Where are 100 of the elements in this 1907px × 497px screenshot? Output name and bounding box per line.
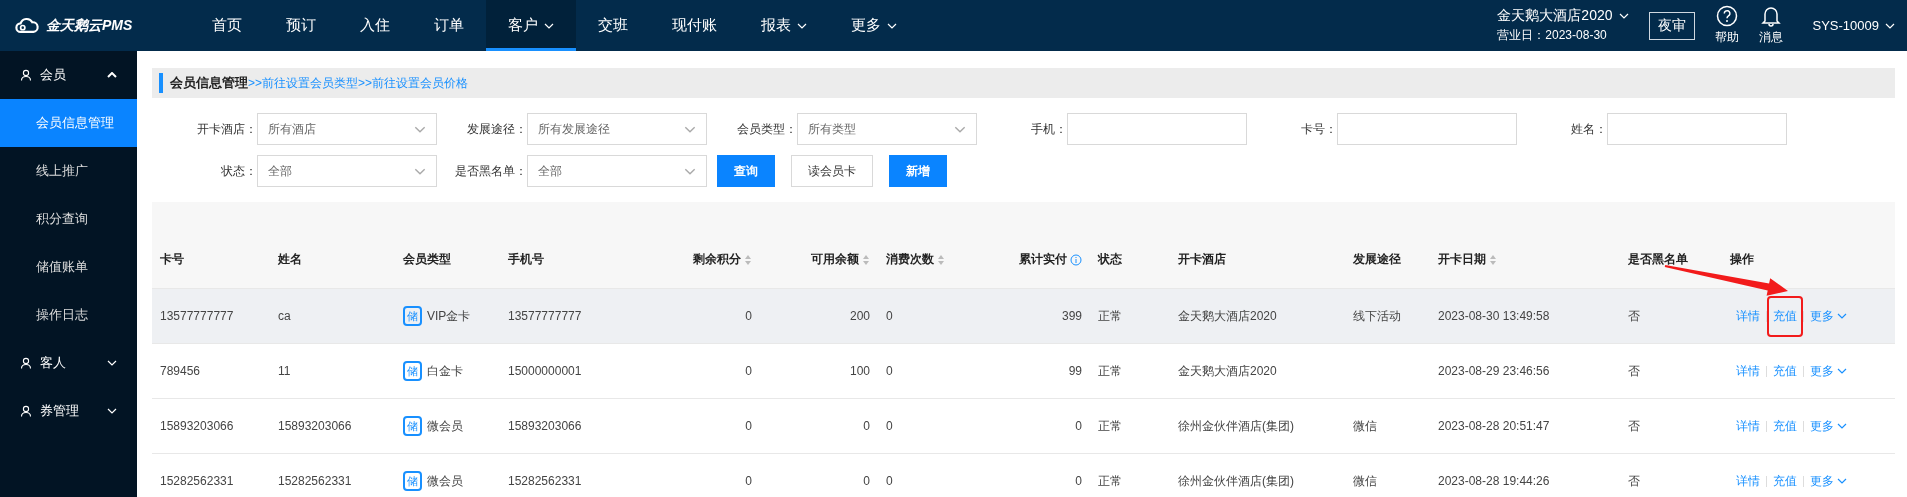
action-button[interactable]: 新增 [889, 155, 947, 187]
chevron-down-icon [797, 22, 807, 29]
column-header[interactable]: 剩余积分 [693, 251, 752, 268]
help-icon[interactable] [1715, 5, 1738, 27]
column-header: 发展途径 [1353, 251, 1401, 268]
chevron-down-icon [954, 125, 966, 133]
column-header: 状态 [1098, 251, 1122, 268]
table-cell: 0 [1075, 474, 1082, 488]
column-header[interactable]: 可用余额 [811, 251, 870, 268]
nav-tab[interactable]: 首页 [190, 0, 264, 51]
table-cell: 200 [849, 309, 870, 323]
sort-icon[interactable] [862, 253, 870, 266]
filter-label: 是否黑名单： [454, 162, 527, 180]
sort-icon[interactable] [1489, 253, 1497, 266]
table-cell: 正常 [1098, 472, 1122, 490]
filter-label: 会员类型： [736, 120, 797, 138]
table-cell: 0 [863, 419, 870, 433]
chevron-down-icon [544, 22, 554, 29]
chevron-down-icon [107, 408, 117, 414]
table-cell: 13577777777 [160, 309, 234, 323]
table-cell: 789456 [160, 364, 201, 378]
column-header: 累计实付 [1019, 251, 1082, 268]
sidebar-item[interactable]: 积分查询 [0, 195, 137, 243]
table-cell: VIP金卡 [427, 307, 471, 325]
sidebar-group[interactable]: 券管理 [0, 387, 137, 435]
table-cell: 0 [745, 419, 752, 433]
table-cell: 微信 [1353, 417, 1377, 435]
nav-tab[interactable]: 现付账 [650, 0, 739, 51]
table-cell: 微会员 [427, 417, 463, 435]
table-cell: 11 [278, 364, 291, 378]
table-cell: 正常 [1098, 362, 1122, 380]
table-cell: 否 [1628, 307, 1640, 325]
nav-tab[interactable]: 入住 [338, 0, 412, 51]
table-cell: 0 [745, 309, 752, 323]
user-icon [20, 69, 32, 81]
chevron-down-icon [1618, 13, 1629, 19]
nav-tab[interactable]: 客户 [486, 0, 576, 51]
info-icon[interactable] [1070, 253, 1082, 266]
input-field[interactable] [1607, 113, 1787, 145]
table-cell: 2023-08-29 23:46:56 [1438, 364, 1550, 378]
nav-tab[interactable]: 交班 [576, 0, 650, 51]
help-label[interactable]: 帮助 [1714, 29, 1739, 46]
table-cell: 微会员 [427, 472, 463, 490]
table-cell: 99 [1068, 364, 1082, 378]
sidebar-group[interactable]: 会员 [0, 51, 137, 99]
table-cell: 0 [886, 309, 893, 323]
action-button[interactable]: 查询 [717, 155, 775, 187]
select-field[interactable]: 全部 [527, 155, 707, 187]
sidebar-item[interactable]: 线上推广 [0, 147, 137, 195]
nav-tab[interactable]: 预订 [264, 0, 338, 51]
column-header[interactable]: 消费次数 [886, 251, 945, 268]
table-cell: 0 [886, 364, 893, 378]
table-cell: 15282562331 [508, 474, 582, 488]
chevron-up-icon [107, 72, 117, 78]
business-day: 营业日：2023-08-30 [1497, 27, 1629, 44]
table-cell: 金天鹅大酒店2020 [1178, 362, 1277, 380]
sort-icon[interactable] [937, 253, 945, 266]
stored-value-badge: 储 [403, 361, 422, 381]
nav-tab[interactable]: 更多 [829, 0, 919, 51]
column-header: 开卡酒店 [1178, 251, 1226, 268]
user-menu[interactable]: SYS-10009 [1812, 18, 1895, 33]
table-cell: 0 [1075, 419, 1082, 433]
select-field[interactable]: 所有酒店 [257, 113, 437, 145]
filter-label: 手机： [1030, 120, 1067, 138]
sidebar-item[interactable]: 储值账单 [0, 243, 137, 291]
column-header: 姓名 [278, 251, 302, 268]
input-field[interactable] [1067, 113, 1247, 145]
column-header[interactable]: 开卡日期 [1438, 251, 1497, 268]
table-cell: 2023-08-30 13:49:58 [1438, 309, 1550, 323]
select-field[interactable]: 所有类型 [797, 113, 977, 145]
filter-label: 卡号： [1300, 120, 1337, 138]
table-cell: 0 [886, 419, 893, 433]
chevron-down-icon [1837, 423, 1847, 429]
input-field[interactable] [1337, 113, 1517, 145]
messages-label[interactable]: 消息 [1758, 29, 1783, 46]
table-cell: 线下活动 [1353, 307, 1401, 325]
night-audit-button[interactable]: 夜审 [1648, 11, 1695, 40]
hotel-selector[interactable]: 金天鹅大酒店2020 [1497, 7, 1629, 25]
table-cell: 15000000001 [508, 364, 582, 378]
action-button[interactable]: 读会员卡 [791, 155, 873, 187]
chevron-down-icon [1885, 22, 1895, 29]
chevron-down-icon [414, 167, 426, 175]
chevron-down-icon [684, 125, 696, 133]
select-field[interactable]: 所有发展途径 [527, 113, 707, 145]
select-field[interactable]: 全部 [257, 155, 437, 187]
filter-label: 姓名： [1570, 120, 1607, 138]
sidebar-item[interactable]: 操作日志 [0, 291, 137, 339]
table-cell: 15893203066 [508, 419, 582, 433]
table-cell: 金天鹅大酒店2020 [1178, 307, 1277, 325]
sidebar-group[interactable]: 客人 [0, 339, 137, 387]
table-cell: 徐州金伙伴酒店(集团) [1178, 417, 1294, 435]
stored-value-badge: 储 [403, 471, 422, 491]
table-cell: 399 [1061, 309, 1082, 323]
sort-icon[interactable] [744, 253, 752, 266]
sidebar-item[interactable]: 会员信息管理 [0, 99, 137, 147]
table-cell: 2023-08-28 20:51:47 [1438, 419, 1550, 433]
bell-icon[interactable] [1760, 5, 1781, 27]
nav-tab[interactable]: 报表 [739, 0, 829, 51]
table-cell: 否 [1628, 472, 1640, 490]
nav-tab[interactable]: 订单 [412, 0, 486, 51]
